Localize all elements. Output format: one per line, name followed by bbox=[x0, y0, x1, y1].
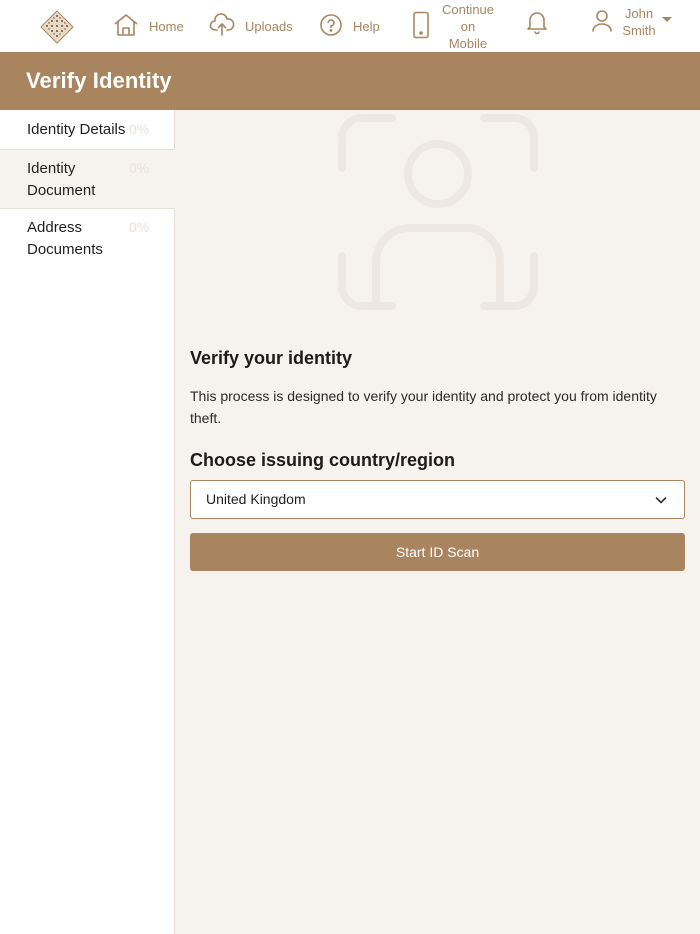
nav-home-label: Home bbox=[149, 19, 184, 34]
nav-mobile-label-line3: Mobile bbox=[448, 35, 488, 51]
steps-sidebar: Identity Details 0% Identity Document 0%… bbox=[0, 110, 175, 934]
nav-mobile-label-line2: on bbox=[460, 18, 476, 34]
top-navigation: Home Uploads Help Continue on Mobile Joh… bbox=[0, 0, 700, 52]
nav-uploads[interactable]: Uploads bbox=[209, 13, 293, 40]
nav-help[interactable]: Help bbox=[319, 13, 380, 40]
sidebar-item-identity-details[interactable]: Identity Details 0% bbox=[0, 110, 175, 150]
face-scan-illustration bbox=[336, 112, 540, 312]
sidebar-item-label: Address Documents bbox=[27, 219, 103, 258]
nav-home[interactable]: Home bbox=[113, 13, 184, 40]
user-name: John Smith bbox=[616, 5, 662, 39]
country-select[interactable]: United Kingdom bbox=[190, 480, 685, 519]
page-header: Verify Identity bbox=[0, 52, 700, 110]
user-last-name: Smith bbox=[622, 23, 656, 38]
user-icon bbox=[590, 8, 614, 37]
nav-help-label: Help bbox=[353, 19, 380, 34]
nav-uploads-label: Uploads bbox=[245, 19, 293, 34]
sidebar-item-label: Identity Document bbox=[27, 160, 96, 199]
country-heading: Choose issuing country/region bbox=[190, 450, 456, 470]
verify-description: This process is designed to verify your … bbox=[190, 388, 657, 426]
sidebar-item-progress: 0% bbox=[129, 121, 150, 137]
start-id-scan-button[interactable]: Start ID Scan bbox=[190, 533, 685, 571]
verify-heading: Verify your identity bbox=[190, 348, 353, 368]
home-icon bbox=[113, 13, 139, 40]
caret-down-icon bbox=[662, 16, 672, 22]
nav-mobile-label-line1: Continue bbox=[441, 1, 495, 17]
bell-icon bbox=[525, 9, 549, 38]
sidebar-item-progress: 0% bbox=[129, 219, 150, 235]
mobile-phone-icon bbox=[411, 11, 431, 42]
country-select-value: United Kingdom bbox=[206, 491, 306, 507]
sidebar-item-progress: 0% bbox=[129, 160, 150, 176]
chevron-down-icon bbox=[654, 493, 668, 512]
notifications-button[interactable] bbox=[525, 9, 549, 38]
sidebar-item-address-documents[interactable]: Address Documents 0% bbox=[0, 209, 175, 271]
nav-mobile-label: Continue on Mobile bbox=[441, 1, 495, 52]
sidebar-item-identity-document[interactable]: Identity Document 0% bbox=[0, 149, 175, 209]
brand-logo[interactable] bbox=[40, 10, 74, 44]
page-title: Verify Identity bbox=[26, 68, 172, 93]
cloud-upload-icon bbox=[209, 13, 235, 40]
help-icon bbox=[319, 13, 343, 40]
nav-continue-on-mobile[interactable]: Continue on Mobile bbox=[411, 0, 495, 52]
user-menu[interactable]: John Smith bbox=[590, 5, 672, 39]
sidebar-item-label: Identity Details bbox=[27, 121, 126, 138]
user-first-name: John bbox=[624, 6, 654, 21]
